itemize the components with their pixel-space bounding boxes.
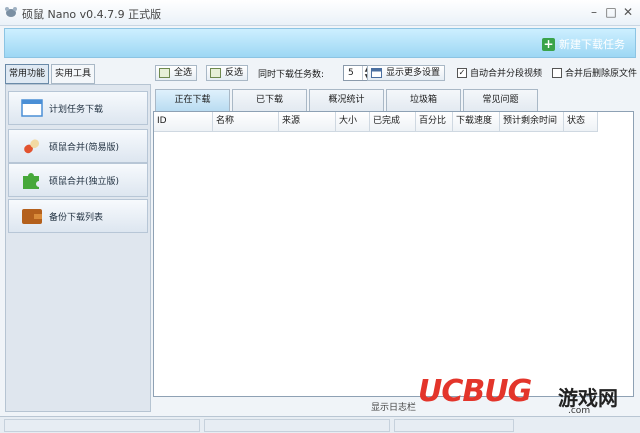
column-header-name[interactable]: 名称 — [213, 112, 279, 132]
column-header-size[interactable]: 大小 — [336, 112, 370, 132]
menu-backup-list[interactable]: 备份下载列表 — [8, 199, 148, 233]
status-segment — [4, 419, 200, 432]
menu-label: 备份下载列表 — [49, 212, 104, 223]
new-task-label: 新建下载任务 — [559, 38, 625, 51]
auto-merge-checkbox[interactable]: ✓ 自动合并分段视频 — [457, 66, 542, 79]
watermark-brand: UCBUG — [418, 374, 532, 409]
close-button[interactable]: ✕ — [620, 4, 636, 20]
column-header-completed[interactable]: 已完成 — [370, 112, 416, 132]
status-segment — [204, 419, 390, 432]
window-title: 硕鼠 Nano v0.4.7.9 正式版 — [22, 8, 162, 21]
tab-statistics[interactable]: 概况统计 — [309, 89, 384, 111]
column-header-id[interactable]: ID — [154, 112, 213, 132]
ucbug-watermark: UCBUG 游戏网 .com — [418, 374, 636, 418]
menu-label: 硕鼠合并(独立版) — [49, 176, 120, 187]
checkbox-checked-icon: ✓ — [457, 67, 467, 78]
column-header-status[interactable]: 状态 — [564, 112, 598, 132]
column-header-source[interactable]: 来源 — [279, 112, 336, 132]
invert-select-icon — [210, 68, 221, 78]
toolbar: 全选 反选 同时下载任务数: 5 ▲▼ 显示更多设置 ✓ 自动合并分段视频 合并… — [155, 64, 640, 82]
left-panel: 计划任务下载 硕鼠合并(简易版) 硕鼠合并(独立版) 备份下载列表 — [5, 84, 151, 412]
tab-common-functions[interactable]: 常用功能 — [5, 64, 50, 84]
menu-label: 计划任务下载 — [49, 104, 104, 115]
status-bar — [0, 416, 640, 433]
status-segment — [394, 419, 514, 432]
menu-scheduled-download[interactable]: 计划任务下载 — [8, 91, 148, 125]
select-all-icon — [159, 68, 170, 78]
column-header-speed[interactable]: 下载速度 — [453, 112, 500, 132]
left-tab-strip: 常用功能 实用工具 — [5, 64, 96, 84]
settings-window-icon — [371, 68, 382, 78]
minimize-button[interactable]: – — [586, 4, 602, 20]
header-banner: + 新建下载任务 — [4, 28, 636, 58]
tab-downloaded[interactable]: 已下载 — [232, 89, 307, 111]
more-settings-label: 显示更多设置 — [386, 68, 441, 78]
capsule-icon — [24, 139, 40, 154]
menu-label: 硕鼠合并(简易版) — [49, 142, 120, 153]
delete-after-merge-checkbox[interactable]: 合并后删除原文件 — [552, 66, 637, 79]
invert-select-label: 反选 — [225, 68, 244, 78]
concurrent-tasks-label: 同时下载任务数: — [258, 70, 325, 80]
title-bar: 硕鼠 Nano v0.4.7.9 正式版 – □ ✕ — [0, 0, 640, 26]
watermark-domain: .com — [568, 406, 591, 416]
menu-merge-standalone[interactable]: 硕鼠合并(独立版) — [8, 163, 148, 197]
maximize-button[interactable]: □ — [603, 4, 619, 20]
tab-downloading[interactable]: 正在下载 — [155, 89, 230, 111]
calendar-window-icon — [21, 99, 43, 117]
menu-merge-simple[interactable]: 硕鼠合并(简易版) — [8, 129, 148, 163]
select-all-button[interactable]: 全选 — [155, 65, 198, 81]
tab-faq[interactable]: 常见问题 — [463, 89, 538, 111]
tab-trash[interactable]: 垃圾箱 — [386, 89, 461, 111]
wallet-icon — [22, 209, 42, 224]
mouse-logo-icon — [5, 7, 17, 17]
auto-merge-label: 自动合并分段视频 — [470, 69, 543, 79]
concurrent-tasks-value: 5 — [348, 68, 354, 78]
tab-utilities[interactable]: 实用工具 — [51, 64, 96, 84]
delete-after-merge-label: 合并后删除原文件 — [565, 69, 638, 79]
column-header-percent[interactable]: 百分比 — [416, 112, 453, 132]
puzzle-icon — [23, 173, 39, 189]
new-download-task-button[interactable]: + 新建下载任务 — [542, 36, 625, 52]
download-list[interactable]: ID 名称 来源 大小 已完成 百分比 下载速度 预计剩余时间 状态 — [153, 111, 634, 397]
column-header-remaining-time[interactable]: 预计剩余时间 — [500, 112, 564, 132]
checkbox-unchecked-icon — [552, 67, 562, 78]
select-all-label: 全选 — [174, 68, 193, 78]
more-settings-button[interactable]: 显示更多设置 — [367, 65, 446, 81]
plus-icon: + — [542, 36, 555, 51]
invert-select-button[interactable]: 反选 — [206, 65, 249, 81]
